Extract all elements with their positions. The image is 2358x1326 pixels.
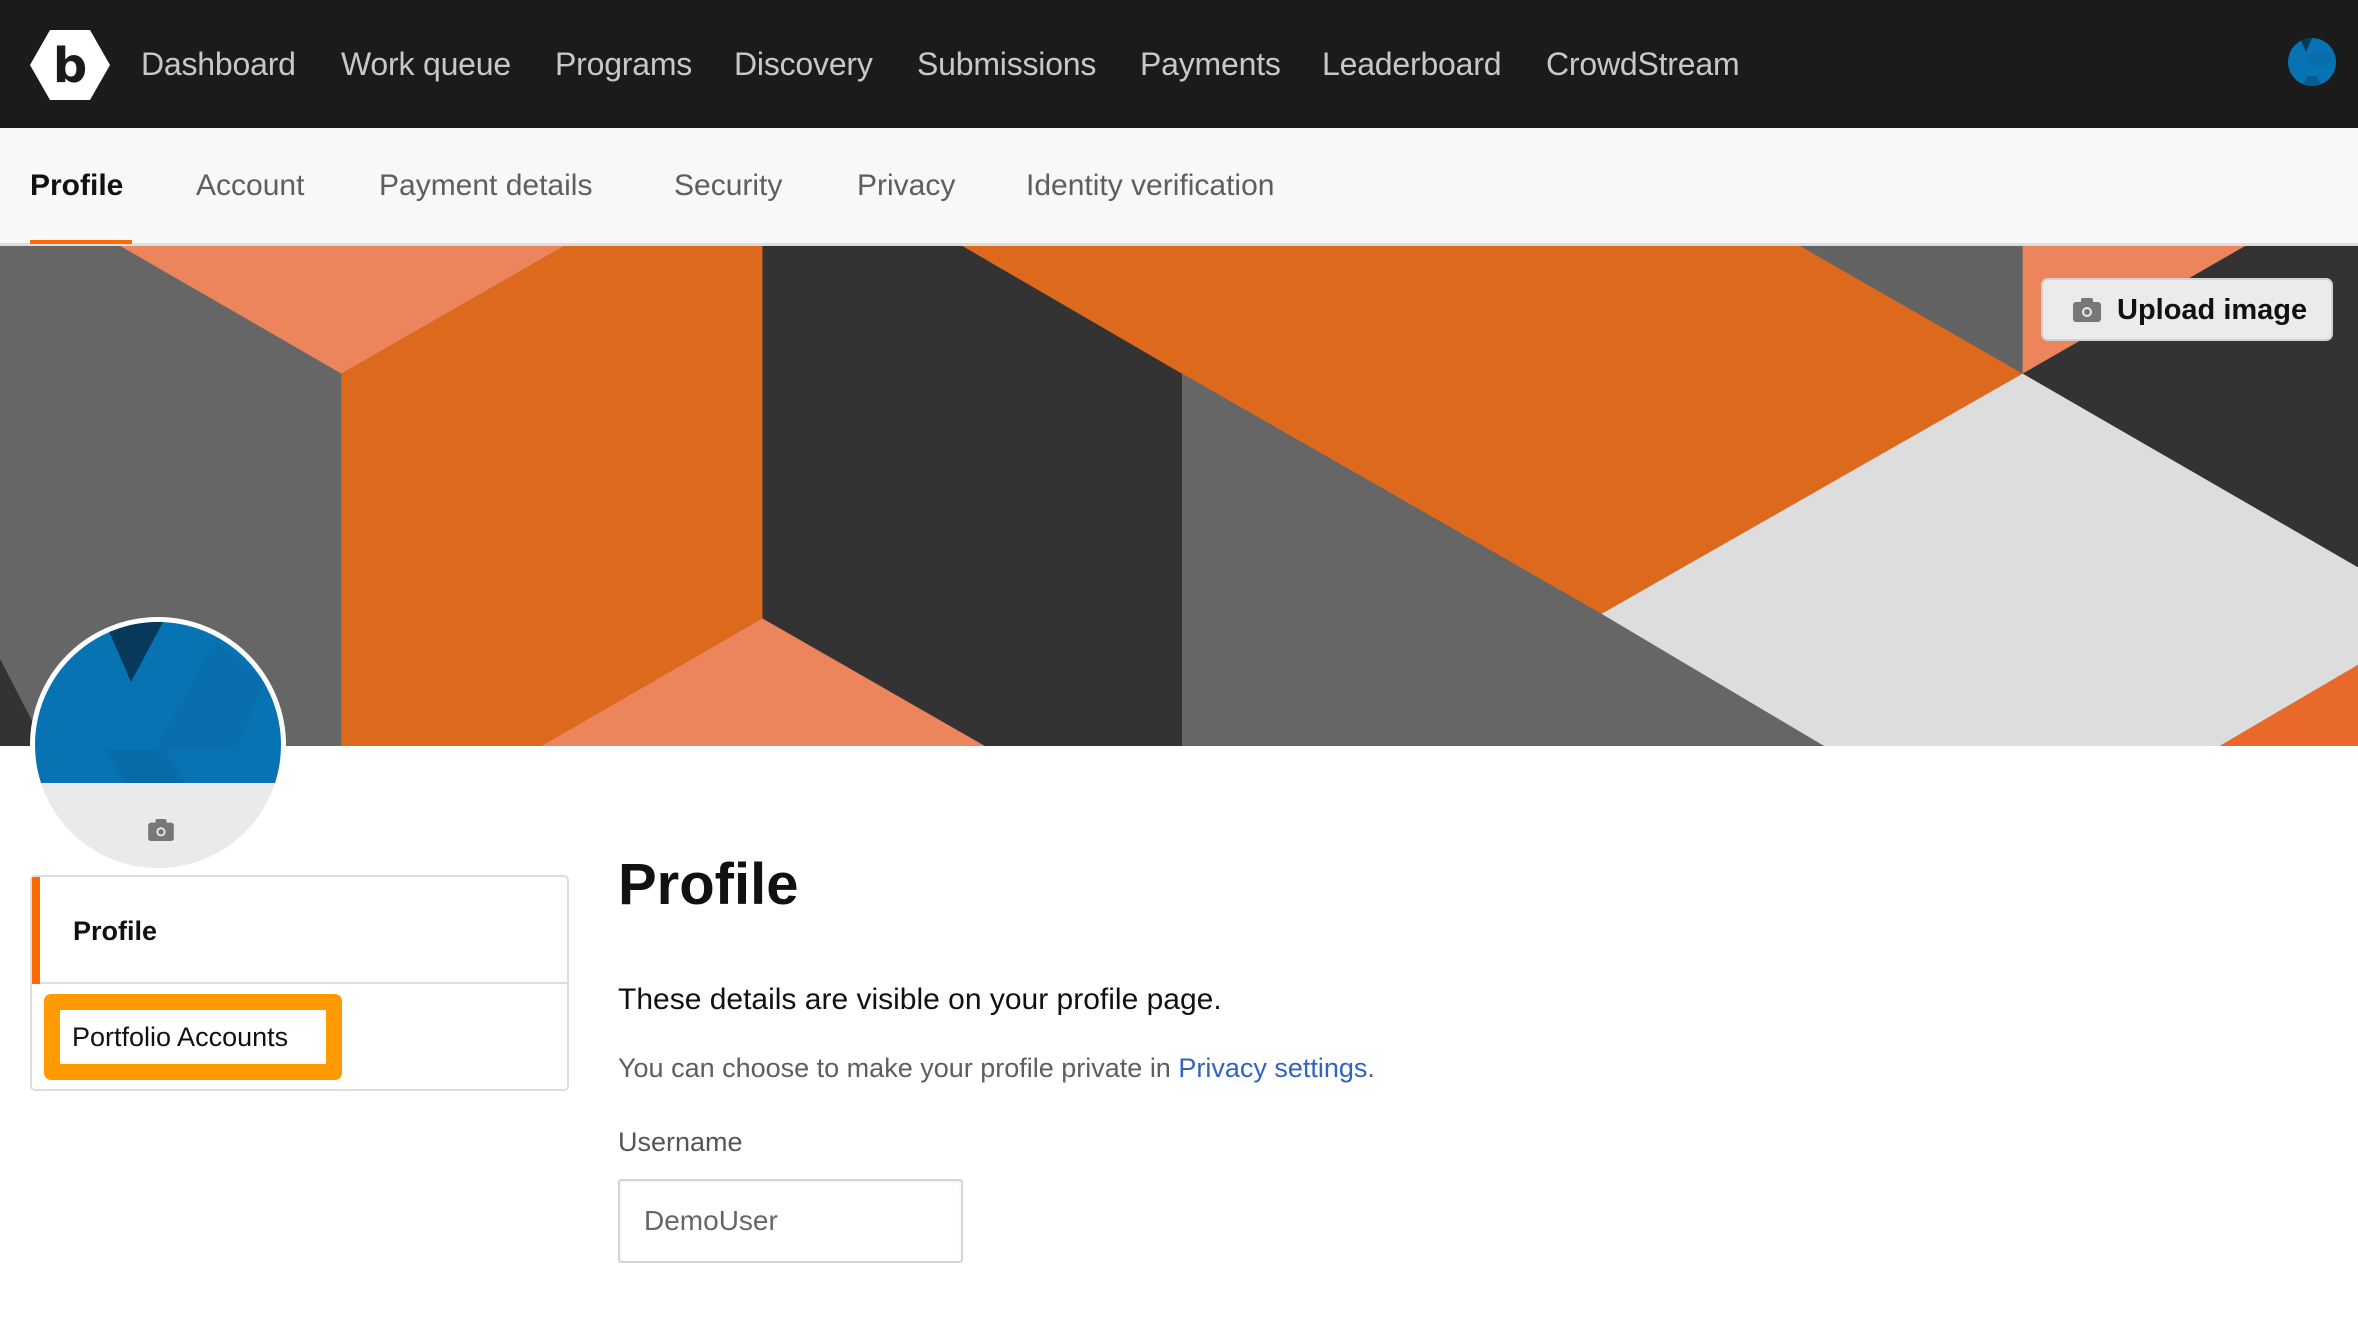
upload-banner-image-button[interactable]: Upload image xyxy=(2041,278,2333,341)
tab-privacy[interactable]: Privacy xyxy=(857,166,955,206)
user-avatar-icon xyxy=(2288,38,2336,86)
active-tab-indicator xyxy=(30,240,132,244)
privacy-note: You can choose to make your profile priv… xyxy=(618,1052,1375,1084)
bugcrowd-logo-icon[interactable]: b xyxy=(30,30,110,100)
tab-identity-verification[interactable]: Identity verification xyxy=(1026,166,1274,206)
camera-icon xyxy=(148,819,174,841)
highlight-inner: Portfolio Accounts xyxy=(60,1010,326,1064)
tab-profile[interactable]: Profile xyxy=(30,166,123,206)
camera-icon xyxy=(2073,298,2101,322)
page-title: Profile xyxy=(618,852,799,917)
sidebar-item-profile[interactable]: Profile xyxy=(32,877,567,984)
profile-avatar[interactable] xyxy=(30,617,286,873)
privacy-note-text: You can choose to make your profile priv… xyxy=(618,1053,1179,1083)
username-input[interactable] xyxy=(618,1179,963,1263)
sidebar-item-label: Portfolio Accounts xyxy=(72,1022,289,1052)
nav-crowdstream[interactable]: CrowdStream xyxy=(1546,44,1740,84)
username-label: Username xyxy=(618,1127,743,1157)
tab-payment-details[interactable]: Payment details xyxy=(379,166,592,206)
active-item-indicator xyxy=(32,877,40,984)
nav-programs[interactable]: Programs xyxy=(555,44,692,84)
top-navigation-bar: b Dashboard Work queue Programs Discover… xyxy=(0,0,2358,128)
nav-submissions[interactable]: Submissions xyxy=(917,44,1096,84)
sidebar-item-portfolio-accounts[interactable]: Portfolio Accounts xyxy=(44,994,342,1080)
nav-leaderboard[interactable]: Leaderboard xyxy=(1322,44,1501,84)
sidebar-item-label: Profile xyxy=(73,916,158,946)
banner-pattern xyxy=(0,246,2358,746)
profile-banner xyxy=(0,246,2358,746)
nav-payments[interactable]: Payments xyxy=(1140,44,1281,84)
nav-work-queue[interactable]: Work queue xyxy=(341,44,511,84)
profile-sidebar-menu: Profile Portfolio Accounts xyxy=(30,875,569,1091)
privacy-settings-link[interactable]: Privacy settings xyxy=(1178,1053,1367,1083)
privacy-note-suffix: . xyxy=(1367,1053,1375,1083)
nav-dashboard[interactable]: Dashboard xyxy=(141,44,296,84)
upload-image-label: Upload image xyxy=(2117,294,2308,326)
nav-discovery[interactable]: Discovery xyxy=(734,44,873,84)
profile-description: These details are visible on your profil… xyxy=(618,983,1222,1016)
svg-text:b: b xyxy=(53,38,87,94)
settings-tabs: Profile Account Payment details Security… xyxy=(0,128,2358,246)
tab-security[interactable]: Security xyxy=(674,166,782,206)
tab-account[interactable]: Account xyxy=(196,166,304,206)
user-avatar-button[interactable] xyxy=(2288,38,2336,86)
